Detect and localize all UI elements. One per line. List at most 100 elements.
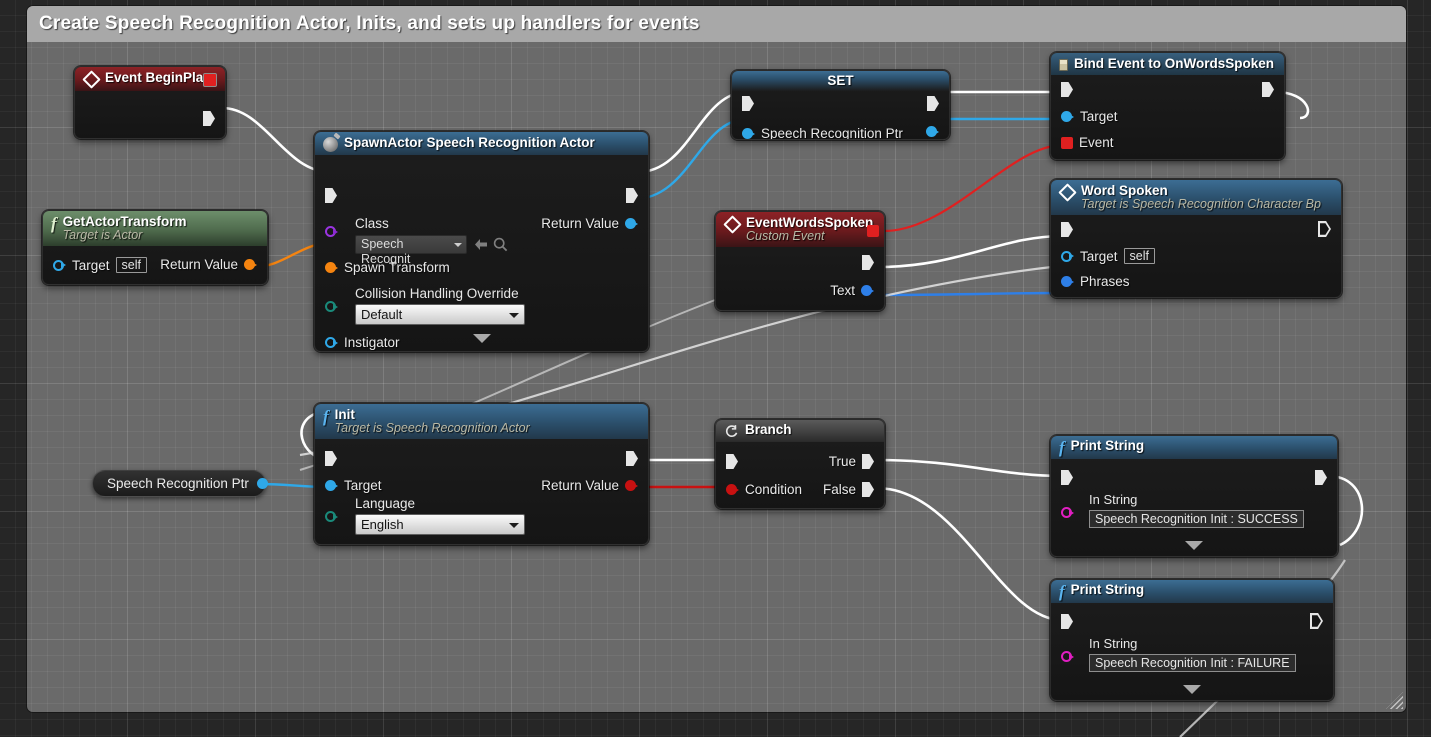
node-body: In String Speech Recognition Init : FAIL… bbox=[1051, 603, 1333, 700]
pin-label: Return Value bbox=[541, 478, 619, 493]
node-header: Event BeginPlay bbox=[75, 67, 225, 91]
input-pin-target[interactable]: Target self bbox=[1061, 248, 1155, 264]
spawn-actor-icon bbox=[323, 137, 338, 152]
input-pin-instigator[interactable]: Instigator bbox=[325, 335, 400, 350]
pin-label: Condition bbox=[745, 482, 803, 497]
pin-label: Text bbox=[830, 283, 855, 298]
function-f-icon: f bbox=[1059, 438, 1065, 457]
node-print-string-failure[interactable]: f Print String In String Speech Recognit… bbox=[1050, 579, 1334, 701]
collision-dropdown-value: Default bbox=[361, 307, 403, 322]
input-pin-event[interactable]: Event bbox=[1061, 135, 1114, 150]
node-print-string-success[interactable]: f Print String In String Speech Recognit… bbox=[1050, 435, 1338, 557]
node-init[interactable]: f Init Target is Speech Recognition Acto… bbox=[314, 403, 649, 545]
input-pin-phrases[interactable]: Phrases bbox=[1061, 274, 1130, 289]
node-get-actor-transform[interactable]: f GetActorTransform Target is Actor Targ… bbox=[42, 210, 268, 285]
in-string-label: In String bbox=[1089, 636, 1138, 651]
pin-label: Event bbox=[1079, 135, 1114, 150]
output-pin-speech-recognition-ptr[interactable] bbox=[926, 126, 939, 137]
input-pin-speech-recognition-ptr[interactable]: Speech Recognition Ptr bbox=[742, 126, 903, 139]
input-pin-in-string[interactable] bbox=[1061, 507, 1074, 518]
node-body: Target Event bbox=[1051, 75, 1284, 159]
node-branch[interactable]: Branch Condition True False bbox=[715, 419, 885, 509]
exec-input-pin[interactable] bbox=[742, 96, 754, 111]
output-pin-return-value[interactable]: Return Value bbox=[541, 216, 638, 231]
output-pin-return-value[interactable]: Return Value bbox=[160, 257, 257, 272]
node-event-words-spoken[interactable]: EventWordsSpoken Custom Event Text bbox=[715, 211, 885, 311]
input-pin-condition[interactable]: Condition bbox=[726, 482, 802, 497]
collision-dropdown[interactable]: Default bbox=[355, 304, 525, 325]
node-header: f Print String bbox=[1051, 436, 1337, 459]
exec-output-pin[interactable] bbox=[1315, 470, 1327, 485]
branch-loop-icon bbox=[725, 425, 738, 437]
language-dropdown[interactable]: English bbox=[355, 514, 525, 535]
exec-input-pin[interactable] bbox=[1061, 222, 1073, 237]
comment-box-title[interactable]: Create Speech Recognition Actor, Inits, … bbox=[27, 6, 1406, 42]
getter-label: Speech Recognition Ptr bbox=[107, 476, 249, 491]
pin-label: Instigator bbox=[344, 335, 400, 350]
node-title: Print String bbox=[1070, 582, 1145, 597]
expand-arrow-icon[interactable] bbox=[1185, 541, 1203, 550]
expand-arrow-icon[interactable] bbox=[1183, 685, 1201, 694]
exec-input-pin[interactable] bbox=[325, 451, 337, 466]
node-header: Word Spoken Target is Speech Recognition… bbox=[1051, 180, 1341, 215]
exec-output-pin[interactable] bbox=[862, 255, 874, 270]
event-diamond-icon bbox=[722, 214, 742, 234]
variable-getter-speech-recognition-ptr[interactable]: Speech Recognition Ptr bbox=[92, 470, 270, 497]
use-selected-asset-icon[interactable] bbox=[473, 238, 489, 251]
delegate-output-pin[interactable] bbox=[203, 73, 217, 87]
node-body bbox=[75, 91, 225, 138]
node-spawn-actor[interactable]: SpawnActor Speech Recognition Actor Clas… bbox=[314, 131, 649, 352]
in-string-textbox[interactable]: Speech Recognition Init : FAILURE bbox=[1089, 654, 1296, 672]
input-pin-class[interactable] bbox=[325, 226, 338, 237]
node-event-begin-play[interactable]: Event BeginPlay bbox=[74, 66, 226, 139]
node-body: Text bbox=[716, 247, 884, 310]
input-pin-target[interactable]: Target bbox=[325, 478, 382, 493]
function-f-icon: f bbox=[51, 214, 57, 233]
function-f-icon: f bbox=[323, 407, 329, 426]
input-pin-collision-handling-override[interactable] bbox=[325, 301, 338, 312]
input-pin-target[interactable]: Target bbox=[1061, 109, 1118, 124]
exec-output-pin[interactable] bbox=[626, 451, 638, 466]
node-header: SpawnActor Speech Recognition Actor bbox=[315, 132, 648, 155]
output-pin-return-value[interactable]: Return Value bbox=[541, 478, 638, 493]
node-body: Target self Return Value bbox=[43, 246, 267, 284]
input-pin-language[interactable] bbox=[325, 511, 338, 522]
exec-output-pin-true[interactable]: True bbox=[829, 454, 874, 469]
blueprint-canvas[interactable]: Create Speech Recognition Actor, Inits, … bbox=[0, 0, 1431, 737]
input-pin-in-string[interactable] bbox=[1061, 651, 1074, 662]
exec-input-pin[interactable] bbox=[325, 188, 337, 203]
exec-output-pin[interactable] bbox=[1318, 221, 1331, 237]
node-set-speech-recognition-ptr[interactable]: SET Speech Recognition Ptr bbox=[731, 70, 950, 140]
node-word-spoken[interactable]: Word Spoken Target is Speech Recognition… bbox=[1050, 179, 1342, 298]
node-subtitle: Target is Speech Recognition Character B… bbox=[1081, 197, 1321, 211]
exec-input-pin[interactable] bbox=[1061, 614, 1073, 629]
exec-input-pin[interactable] bbox=[726, 454, 738, 469]
exec-output-pin[interactable] bbox=[927, 96, 939, 111]
exec-output-pin-false[interactable]: False bbox=[823, 482, 874, 497]
browse-asset-icon[interactable] bbox=[493, 237, 508, 252]
exec-input-pin[interactable] bbox=[1061, 470, 1073, 485]
target-self-value[interactable]: self bbox=[115, 257, 147, 273]
pin-label: Return Value bbox=[160, 257, 238, 272]
output-pin-text[interactable]: Text bbox=[830, 283, 874, 298]
language-label: Language bbox=[355, 496, 416, 511]
node-subtitle: Target is Actor bbox=[62, 228, 143, 242]
input-pin-target[interactable]: Target self bbox=[53, 257, 147, 273]
node-header: f Init Target is Speech Recognition Acto… bbox=[315, 404, 648, 439]
input-pin-spawn-transform[interactable]: Spawn Transform bbox=[325, 260, 450, 275]
exec-output-pin[interactable] bbox=[626, 188, 638, 203]
node-body: Condition True False bbox=[716, 442, 884, 508]
exec-output-pin[interactable] bbox=[203, 111, 215, 126]
class-dropdown[interactable]: Speech Recognit bbox=[355, 235, 467, 266]
node-title: GetActorTransform bbox=[62, 214, 187, 229]
delegate-output-pin[interactable] bbox=[867, 225, 879, 237]
exec-output-pin[interactable] bbox=[1262, 82, 1274, 97]
target-self-value[interactable]: self bbox=[1123, 248, 1155, 264]
expand-arrow-icon[interactable] bbox=[472, 334, 491, 343]
node-bind-event-to-onwordsspoken[interactable]: Bind Event to OnWordsSpoken Target Event bbox=[1050, 52, 1285, 160]
in-string-textbox[interactable]: Speech Recognition Init : SUCCESS bbox=[1089, 510, 1304, 528]
node-title: Branch bbox=[745, 422, 792, 437]
exec-output-pin[interactable] bbox=[1310, 613, 1323, 629]
function-f-icon: f bbox=[1059, 582, 1065, 601]
exec-input-pin[interactable] bbox=[1061, 82, 1073, 97]
